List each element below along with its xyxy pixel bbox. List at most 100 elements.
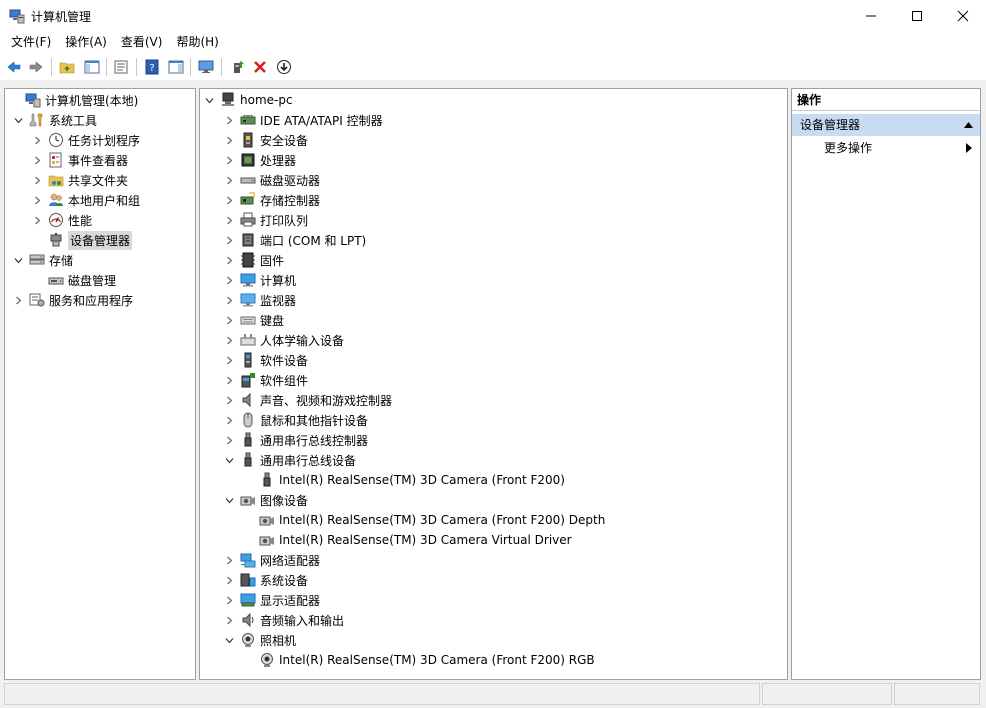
expand-chevron-icon[interactable] <box>32 195 42 205</box>
device-tree-item[interactable]: 音频输入和输出 <box>224 610 344 630</box>
back-button[interactable] <box>4 57 24 77</box>
expand-chevron-icon[interactable] <box>32 135 42 145</box>
device-tree-item[interactable]: 软件设备 <box>224 350 308 370</box>
device-tree-item[interactable]: Intel(R) RealSense(TM) 3D Camera (Front … <box>243 510 605 530</box>
expand-chevron-icon[interactable] <box>224 395 234 405</box>
expand-chevron-icon[interactable] <box>32 155 42 165</box>
disk-management-icon <box>48 272 64 288</box>
device-tree-item[interactable]: 图像设备 <box>224 490 308 510</box>
forward-button[interactable] <box>26 57 46 77</box>
device-tree-item[interactable]: 鼠标和其他指针设备 <box>224 410 368 430</box>
device-tree-item[interactable]: 监视器 <box>224 290 296 310</box>
device-tree-item[interactable]: 声音、视频和游戏控制器 <box>224 390 392 410</box>
tree-item[interactable]: 磁盘管理 <box>32 270 116 290</box>
expand-chevron-icon[interactable] <box>224 255 234 265</box>
device-tree-item[interactable]: 端口 (COM 和 LPT) <box>224 230 366 250</box>
device-tree-item[interactable]: 磁盘驱动器 <box>224 170 320 190</box>
device-tree-item[interactable]: 存储控制器 <box>224 190 320 210</box>
expand-chevron-icon[interactable] <box>224 575 234 585</box>
device-tree-item[interactable]: 显示适配器 <box>224 590 320 610</box>
device-tree-item[interactable]: 通用串行总线控制器 <box>224 430 368 450</box>
device-tree-item[interactable]: 软件组件 <box>224 370 308 390</box>
expand-chevron-icon[interactable] <box>224 175 234 185</box>
expand-chevron-icon[interactable] <box>224 215 234 225</box>
device-tree-item[interactable]: 照相机 <box>224 630 296 650</box>
chevron-placeholder <box>243 535 253 545</box>
tree-item[interactable]: 本地用户和组 <box>32 190 140 210</box>
more-actions-item[interactable]: 更多操作 <box>792 138 980 158</box>
expand-chevron-icon[interactable] <box>224 595 234 605</box>
help-icon: ? <box>145 59 159 75</box>
expand-chevron-icon[interactable] <box>224 375 234 385</box>
device-tree-item[interactable]: 通用串行总线设备 <box>224 450 356 470</box>
device-tree-item[interactable]: IDE ATA/ATAPI 控制器 <box>224 110 383 130</box>
expand-chevron-icon[interactable] <box>13 295 23 305</box>
expand-chevron-icon[interactable] <box>224 195 234 205</box>
tree-item[interactable]: 性能 <box>32 210 92 230</box>
actions-section-device-manager[interactable]: 设备管理器 <box>792 114 980 136</box>
device-tree-item[interactable]: Intel(R) RealSense(TM) 3D Camera (Front … <box>243 650 595 670</box>
expand-chevron-icon[interactable] <box>224 155 234 165</box>
expand-chevron-icon[interactable] <box>224 295 234 305</box>
expand-chevron-icon[interactable] <box>224 435 234 445</box>
expand-chevron-icon[interactable] <box>32 175 42 185</box>
tree-item[interactable]: 设备管理器 <box>32 230 133 250</box>
collapse-chevron-icon[interactable] <box>13 255 23 265</box>
device-tree-item[interactable]: 固件 <box>224 250 284 270</box>
collapse-chevron-icon[interactable] <box>224 495 234 505</box>
up-level-button[interactable] <box>57 57 77 77</box>
tree-item[interactable]: 事件查看器 <box>32 150 128 170</box>
device-tree-item[interactable]: Intel(R) RealSense(TM) 3D Camera (Front … <box>243 470 565 490</box>
collapse-chevron-icon[interactable] <box>13 115 23 125</box>
tree-item-label: Intel(R) RealSense(TM) 3D Camera (Front … <box>279 513 606 527</box>
device-tree-item[interactable]: 人体学输入设备 <box>224 330 344 350</box>
collapse-chevron-icon[interactable] <box>204 95 214 105</box>
expand-chevron-icon[interactable] <box>224 275 234 285</box>
device-tree-item[interactable]: 键盘 <box>224 310 284 330</box>
console-tree-pane[interactable]: 计算机管理(本地) 系统工具 任务计划程序 事件查看器 共享文件夹 本地用户和组 性能 设备管… <box>4 88 196 680</box>
expand-chevron-icon[interactable] <box>224 135 234 145</box>
device-tree-item[interactable]: 网络适配器 <box>224 550 320 570</box>
device-tree-item[interactable]: 系统设备 <box>224 570 308 590</box>
update-driver-button[interactable] <box>228 57 248 77</box>
menu-action[interactable]: 操作(A) <box>58 31 114 53</box>
menu-file[interactable]: 文件(F) <box>4 31 58 53</box>
tree-item[interactable]: 系统工具 <box>13 110 97 130</box>
expand-chevron-icon[interactable] <box>224 555 234 565</box>
expand-chevron-icon[interactable] <box>224 615 234 625</box>
enable-device-button[interactable] <box>274 57 294 77</box>
properties-button[interactable] <box>111 57 131 77</box>
tree-item[interactable]: 共享文件夹 <box>32 170 128 190</box>
tree-item[interactable]: 服务和应用程序 <box>13 290 133 310</box>
show-hide-tree-button[interactable] <box>82 57 102 77</box>
tree-item[interactable]: 存储 <box>13 250 73 270</box>
expand-chevron-icon[interactable] <box>224 355 234 365</box>
device-tree-item[interactable]: 处理器 <box>224 150 296 170</box>
device-tree-item[interactable]: 计算机 <box>224 270 296 290</box>
device-tree-item[interactable]: 安全设备 <box>224 130 308 150</box>
device-tree-item[interactable]: Intel(R) RealSense(TM) 3D Camera Virtual… <box>243 530 572 550</box>
tree-item-label: 通用串行总线设备 <box>260 453 357 468</box>
scan-hardware-button[interactable] <box>196 57 216 77</box>
expand-chevron-icon[interactable] <box>224 235 234 245</box>
device-tree-root[interactable]: home-pc <box>204 90 293 110</box>
device-tree-pane[interactable]: home-pc IDE ATA/ATAPI 控制器 安全设备 处理器 磁盘驱动器 存储控制… <box>199 88 788 680</box>
expand-chevron-icon[interactable] <box>224 115 234 125</box>
maximize-button[interactable] <box>894 0 940 31</box>
device-tree-item[interactable]: 打印队列 <box>224 210 308 230</box>
action-pane-button[interactable] <box>166 57 186 77</box>
expand-chevron-icon[interactable] <box>224 335 234 345</box>
minimize-button[interactable] <box>848 0 894 31</box>
menu-help[interactable]: 帮助(H) <box>169 31 225 53</box>
collapse-chevron-icon[interactable] <box>224 455 234 465</box>
close-button[interactable] <box>940 0 986 31</box>
tree-item-root[interactable]: 计算机管理(本地) <box>9 90 138 110</box>
expand-chevron-icon[interactable] <box>224 315 234 325</box>
expand-chevron-icon[interactable] <box>224 415 234 425</box>
tree-item[interactable]: 任务计划程序 <box>32 130 140 150</box>
expand-chevron-icon[interactable] <box>32 215 42 225</box>
menu-view[interactable]: 查看(V) <box>114 31 170 53</box>
help-button[interactable]: ? <box>142 57 162 77</box>
uninstall-button[interactable] <box>250 57 270 77</box>
collapse-chevron-icon[interactable] <box>224 635 234 645</box>
